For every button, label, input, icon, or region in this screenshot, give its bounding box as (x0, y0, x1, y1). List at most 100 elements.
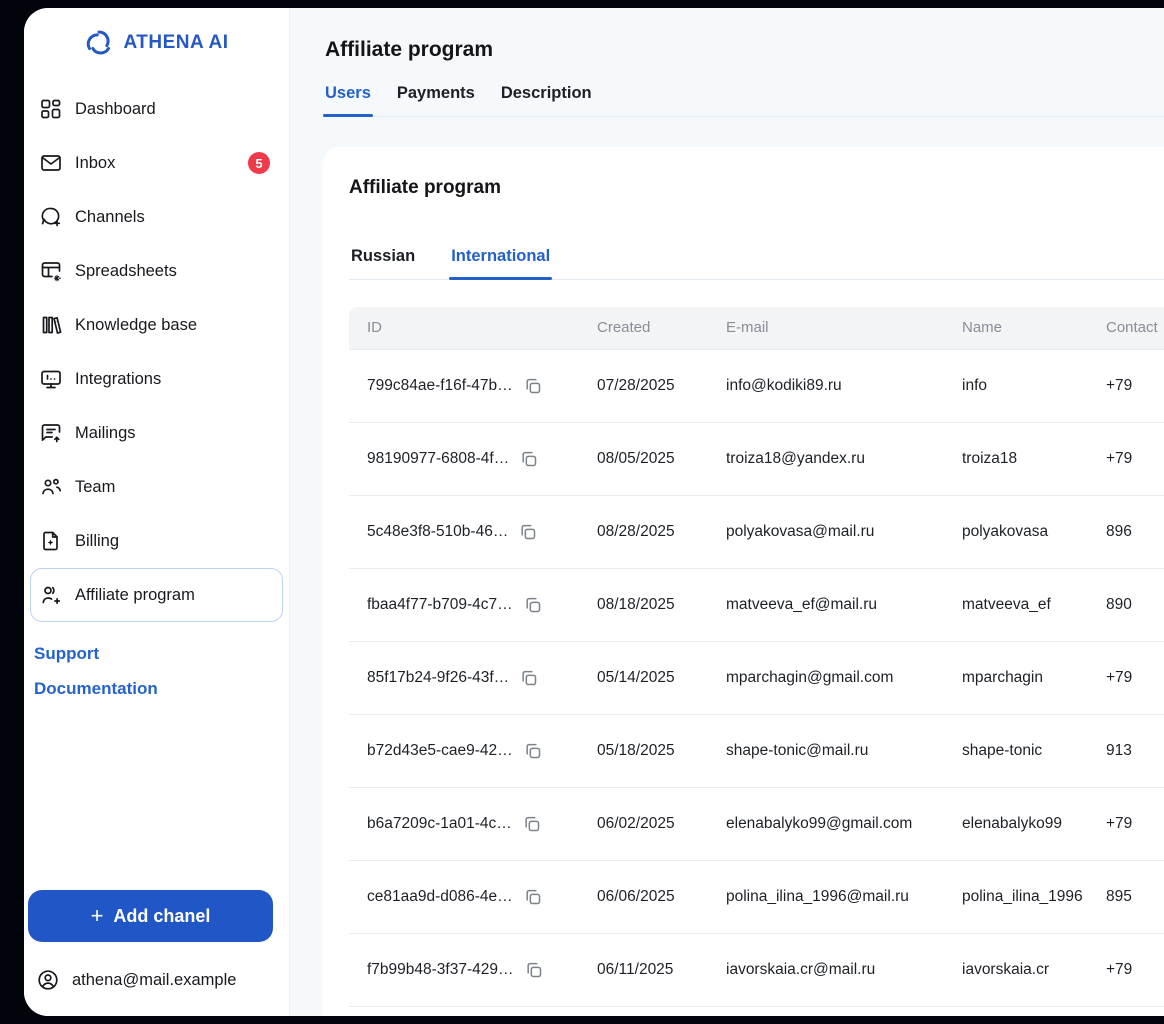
table-row: b72d43e5-cae9-42… 05/18/2025 shape-tonic… (349, 714, 1164, 787)
user-contact: +79 (1088, 933, 1164, 1006)
sidebar-item-label: Mailings (75, 424, 136, 443)
user-id: b6a7209c-1a01-4c… (367, 815, 512, 833)
sidebar-item-knowledge-base[interactable]: Knowledge base (30, 298, 283, 352)
sidebar-item-dashboard[interactable]: Dashboard (30, 82, 283, 136)
copy-id-button[interactable] (523, 376, 543, 396)
created-date: 06/02/2025 (579, 787, 708, 860)
user-email: polyakovasa@mail.ru (708, 495, 944, 568)
sidebar-item-label: Billing (75, 532, 119, 551)
column-id: ID (349, 307, 579, 349)
page-tabs: Users Payments Description (323, 84, 1164, 117)
user-name: polina_ilina_1996 (944, 860, 1088, 933)
table-header: ID Created E-mail Name Contact (349, 307, 1164, 349)
tab-russian[interactable]: Russian (349, 247, 417, 279)
created-date: 08/28/2025 (579, 495, 708, 568)
created-date: 05/18/2025 (579, 714, 708, 787)
sidebar-item-spreadsheets[interactable]: Spreadsheets (30, 244, 283, 298)
user-name: iavorskaia.cr (944, 933, 1088, 1006)
table-row: ce81aa9d-d086-4e… 06/06/2025 polina_ilin… (349, 860, 1164, 933)
table-row: f7b99b48-3f37-429… 06/11/2025 iavorskaia… (349, 933, 1164, 1006)
sidebar-item-label: Knowledge base (75, 316, 197, 335)
sidebar-item-billing[interactable]: Billing (30, 514, 283, 568)
sidebar-item-label: Spreadsheets (75, 262, 177, 281)
user-contact: 896 (1088, 495, 1164, 568)
table-body: 799c84ae-f16f-47b… 07/28/2025 info@kodik… (349, 349, 1164, 1006)
user-id: f7b99b48-3f37-429… (367, 961, 514, 979)
account-row[interactable]: athena@mail.example (24, 942, 289, 996)
tab-users[interactable]: Users (323, 84, 373, 116)
user-email: info@kodiki89.ru (708, 349, 944, 422)
card-title: Affiliate program (349, 177, 1164, 199)
invoice-star-icon (39, 529, 63, 553)
app-window: ATHENA AI Dashboard Inbox 5 (24, 8, 1164, 1016)
copy-id-button[interactable] (523, 595, 543, 615)
sidebar-item-integrations[interactable]: Integrations (30, 352, 283, 406)
copy-icon (519, 668, 539, 688)
user-contact: +79 (1088, 787, 1164, 860)
support-link[interactable]: Support (34, 644, 275, 664)
sidebar-item-affiliate-program[interactable]: Affiliate program (30, 568, 283, 622)
user-email: matveeva_ef@mail.ru (708, 568, 944, 641)
user-contact: +79 (1088, 641, 1164, 714)
brand-logo: ATHENA AI (24, 28, 289, 58)
table-row: 799c84ae-f16f-47b… 07/28/2025 info@kodik… (349, 349, 1164, 422)
sidebar-item-label: Dashboard (75, 100, 156, 119)
copy-id-button[interactable] (519, 668, 539, 688)
user-name: matveeva_ef (944, 568, 1088, 641)
copy-id-button[interactable] (519, 449, 539, 469)
user-contact: +79 (1088, 349, 1164, 422)
affiliate-card: Affiliate program Russian International … (323, 147, 1164, 1016)
page-title: Affiliate program (325, 38, 1164, 62)
copy-id-button[interactable] (523, 741, 543, 761)
column-name: Name (944, 307, 1088, 349)
copy-icon (523, 376, 543, 396)
sidebar-item-team[interactable]: Team (30, 460, 283, 514)
user-id: fbaa4f77-b709-4c7… (367, 596, 513, 614)
user-id: 5c48e3f8-510b-46… (367, 523, 508, 541)
column-contact: Contact (1088, 307, 1164, 349)
user-name: mparchagin (944, 641, 1088, 714)
user-email: iavorskaia.cr@mail.ru (708, 933, 944, 1006)
table-row: 5c48e3f8-510b-46… 08/28/2025 polyakovasa… (349, 495, 1164, 568)
athena-knot-icon (84, 28, 114, 58)
sidebar-item-label: Integrations (75, 370, 161, 389)
user-email: troiza18@yandex.ru (708, 422, 944, 495)
sidebar-item-channels[interactable]: Channels (30, 190, 283, 244)
copy-id-button[interactable] (518, 522, 538, 542)
created-date: 06/06/2025 (579, 860, 708, 933)
user-id: b72d43e5-cae9-42… (367, 742, 513, 760)
sidebar-item-inbox[interactable]: Inbox 5 (30, 136, 283, 190)
sidebar-spacer (24, 699, 289, 890)
chat-plus-icon (39, 205, 63, 229)
copy-id-button[interactable] (524, 960, 544, 980)
brand-name: ATHENA AI (123, 32, 228, 54)
sidebar: ATHENA AI Dashboard Inbox 5 (24, 8, 290, 1016)
inbox-unread-badge: 5 (248, 152, 270, 174)
user-id: 799c84ae-f16f-47b… (367, 377, 513, 395)
copy-icon (519, 449, 539, 469)
sidebar-item-label: Affiliate program (75, 586, 195, 605)
user-name: elenabalyko99 (944, 787, 1088, 860)
sidebar-item-mailings[interactable]: Mailings (30, 406, 283, 460)
user-email: mparchagin@gmail.com (708, 641, 944, 714)
table-row: 85f17b24-9f26-43f… 05/14/2025 mparchagin… (349, 641, 1164, 714)
copy-id-button[interactable] (523, 887, 543, 907)
copy-id-button[interactable] (522, 814, 542, 834)
add-channel-button[interactable]: + Add chanel (28, 890, 273, 942)
copy-icon (522, 814, 542, 834)
copy-icon (523, 741, 543, 761)
tab-description[interactable]: Description (499, 84, 594, 116)
account-email: athena@mail.example (72, 971, 236, 990)
sidebar-item-label: Inbox (75, 154, 115, 173)
people-group-icon (39, 475, 63, 499)
created-date: 08/05/2025 (579, 422, 708, 495)
tab-international[interactable]: International (449, 247, 552, 279)
created-date: 08/18/2025 (579, 568, 708, 641)
dashboard-icon (39, 97, 63, 121)
plus-icon: + (91, 905, 104, 927)
documentation-link[interactable]: Documentation (34, 679, 275, 699)
table-gear-icon (39, 259, 63, 283)
table-row: fbaa4f77-b709-4c7… 08/18/2025 matveeva_e… (349, 568, 1164, 641)
tab-payments[interactable]: Payments (395, 84, 477, 116)
region-tabs: Russian International (349, 247, 1164, 280)
